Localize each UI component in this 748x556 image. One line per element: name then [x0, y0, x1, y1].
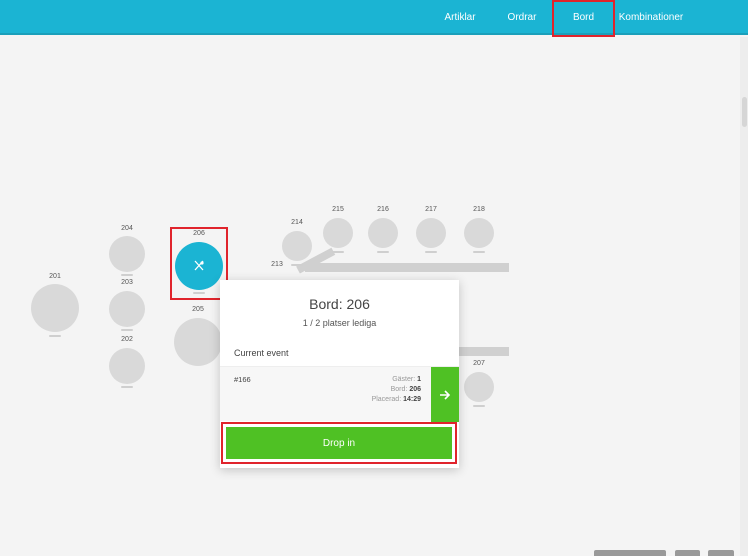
table-circle: [323, 218, 353, 248]
table-number: 207: [473, 360, 485, 367]
top-nav-bar: Artiklar Ordrar Bord Kombinationer: [0, 0, 748, 37]
bottom-icon-button-1[interactable]: [675, 550, 700, 556]
table-number: 203: [121, 279, 133, 286]
placed-label: Placerad:: [371, 396, 402, 403]
chair: [49, 335, 61, 337]
popup-title: Bord: 206: [309, 296, 370, 312]
table-number: 217: [425, 206, 437, 213]
chair: [121, 274, 133, 276]
event-details: Gäster: 1 Bord: 206 Placerad: 14:29: [372, 375, 421, 405]
table-216[interactable]: 216: [367, 206, 399, 256]
table-number: 218: [473, 206, 485, 213]
seat-availability: 1 / 2 platser lediga: [302, 318, 377, 328]
chair: [473, 405, 485, 407]
chair: [121, 386, 133, 388]
event-id: #166: [234, 375, 251, 384]
table-label: Bord:: [390, 386, 408, 393]
table-circle: [109, 236, 145, 272]
table-number: 206: [193, 230, 205, 237]
guests-value: 1: [417, 376, 421, 383]
table-number: 216: [377, 206, 389, 213]
table-214[interactable]: 214: [281, 219, 313, 269]
table-number: 215: [332, 206, 344, 213]
table-number: 204: [121, 225, 133, 232]
chair: [121, 329, 133, 331]
table-204[interactable]: 204: [108, 225, 146, 280]
nav-tab-bord[interactable]: Bord: [552, 0, 615, 37]
table-201[interactable]: 201: [30, 273, 80, 339]
table-circle: [109, 348, 145, 384]
nav-tab-artiklar[interactable]: Artiklar: [436, 0, 484, 35]
current-event-label: Current event: [234, 348, 289, 358]
table-circle: [416, 218, 446, 248]
nav-tab-ordrar[interactable]: Ordrar: [500, 0, 544, 35]
table-203[interactable]: 203: [108, 279, 146, 334]
drop-in-highlight: Drop in: [221, 422, 457, 464]
cutlery-icon: [194, 260, 204, 271]
placed-value: 14:29: [403, 396, 421, 403]
table-number: 205: [192, 306, 204, 313]
table-number: 201: [49, 273, 61, 280]
chair: [377, 251, 389, 253]
table-218[interactable]: 218: [463, 206, 495, 256]
chair: [425, 251, 437, 253]
table-circle: [282, 231, 312, 261]
chair: [193, 292, 205, 294]
table-215[interactable]: 215: [322, 206, 354, 256]
table-206[interactable]: 206: [173, 230, 225, 296]
table-207[interactable]: 207: [463, 360, 495, 410]
table-217[interactable]: 217: [415, 206, 447, 256]
table-202[interactable]: 202: [108, 336, 146, 391]
current-event-row[interactable]: #166 Gäster: 1 Bord: 206 Placerad: 14:29: [220, 366, 459, 422]
table-circle: [464, 218, 494, 248]
table-circle: [464, 372, 494, 402]
drop-in-button[interactable]: Drop in: [226, 427, 452, 459]
bottom-action-button[interactable]: [594, 550, 666, 556]
wall-divider-lower: [459, 347, 509, 356]
table-205[interactable]: 205: [172, 306, 224, 368]
table-number: 202: [121, 336, 133, 343]
chair: [332, 251, 344, 253]
nav-tab-kombinationer[interactable]: Kombinationer: [617, 0, 685, 35]
vertical-scrollbar[interactable]: [740, 37, 748, 556]
table-value: 206: [409, 386, 421, 393]
table-circle: [368, 218, 398, 248]
chair: [291, 264, 303, 266]
table-number: 214: [291, 219, 303, 226]
table-detail-popup: Bord: 206 1 / 2 platser lediga Current e…: [220, 280, 459, 468]
arrow-right-icon: [440, 389, 451, 400]
wall-divider-upper: [305, 263, 509, 272]
chair: [473, 251, 485, 253]
table-circle: [174, 318, 222, 366]
table-circle: [175, 242, 223, 290]
bottom-icon-button-2[interactable]: [708, 550, 734, 556]
table-circle: [31, 284, 79, 332]
scrollbar-thumb[interactable]: [742, 97, 747, 127]
guests-label: Gäster:: [392, 376, 416, 383]
table-circle: [109, 291, 145, 327]
open-event-button[interactable]: [431, 367, 459, 422]
